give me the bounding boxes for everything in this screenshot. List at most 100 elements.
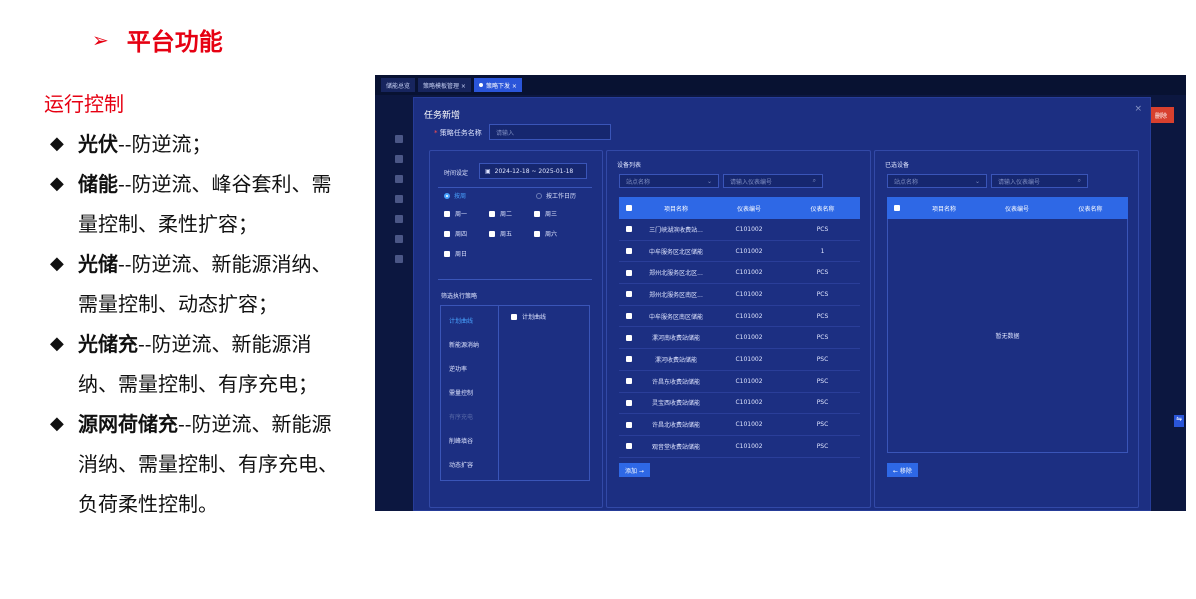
table-cell: PCS [816, 290, 829, 298]
close-icon[interactable]: × [1134, 104, 1142, 114]
radio-by-workday[interactable]: 按工作日历 [536, 191, 576, 200]
table-cell: 三门峡湖滨收费站... [649, 226, 703, 234]
bg-row-checkbox [395, 195, 403, 203]
table-cell: C101002 [735, 225, 763, 233]
device-list-title: 设备列表 [617, 162, 642, 169]
row-checkbox[interactable] [619, 291, 639, 298]
table-cell: PSC [816, 355, 829, 363]
bg-row-checkbox [395, 235, 403, 243]
row-checkbox[interactable] [619, 356, 639, 363]
table-row[interactable]: 中牟服务区南区储能 C101002 PCS [619, 306, 860, 328]
task-name-input[interactable]: 请输入 [489, 124, 611, 140]
feature-term: 源网荷储充 [78, 412, 178, 436]
list-item: ◆ 光伏--防逆流； [50, 124, 350, 164]
selected-table: 项目名称 仪表编号 仪表名称 [887, 197, 1128, 219]
row-checkbox[interactable] [619, 248, 639, 255]
tab-bar: 储能总览 策略模板管理 × 策略下发 × [375, 75, 1186, 95]
diamond-icon: ◆ [50, 133, 64, 154]
table-row[interactable]: 三门峡湖滨收费站... C101002 PCS [619, 219, 860, 241]
strategy-item-renewable[interactable]: 新能源消纳 [449, 340, 479, 349]
strategy-item-demand[interactable]: 需量控制 [449, 388, 473, 397]
table-cell: C101002 [735, 421, 763, 429]
table-row[interactable]: 漯河南收费站储能 C101002 PCS [619, 327, 860, 350]
checkbox-thu[interactable]: 周四 [444, 229, 467, 238]
table-cell: 中牟服务区南区储能 [648, 313, 703, 321]
table-cell: C101002 [735, 399, 763, 407]
table-row[interactable]: 中牟服务区北区储能 C101002 1 [619, 241, 860, 263]
bg-row-checkbox [395, 135, 403, 143]
checkbox-sat[interactable]: 周六 [534, 229, 557, 238]
row-checkbox[interactable] [619, 226, 639, 233]
strategy-item-plan-curve[interactable]: 计划曲线 [449, 316, 473, 325]
table-row[interactable]: 郑州北服务区南区... C101002 PCS [619, 284, 860, 306]
list-item: ◆ 光储--防逆流、新能源消纳、需量控制、动态扩容； [50, 244, 350, 324]
strategy-item-reverse-power[interactable]: 逆功率 [449, 364, 467, 373]
table-cell: PCS [816, 269, 829, 277]
tab-strategy-templates[interactable]: 策略模板管理 × [418, 78, 471, 92]
row-checkbox[interactable] [619, 313, 639, 320]
row-checkbox[interactable] [619, 421, 639, 428]
site-select[interactable]: 站点名称 ⌄ [619, 174, 719, 188]
bg-row-checkbox [395, 255, 403, 263]
time-mode-radio-group: 按周 按工作日历 [444, 191, 576, 200]
checkbox-tue[interactable]: 周二 [489, 209, 512, 218]
diamond-icon: ◆ [50, 413, 64, 434]
table-row[interactable]: 观音堂收费站储能 C101002 PSC [619, 436, 860, 458]
checkbox-wed[interactable]: 周三 [534, 209, 557, 218]
checkbox-fri[interactable]: 周五 [489, 229, 512, 238]
remove-button[interactable]: ← 移除 [887, 463, 918, 477]
plan-curve-option[interactable]: 计划曲线 [511, 312, 546, 321]
row-checkbox[interactable] [619, 399, 639, 406]
feature-term: 储能 [78, 172, 118, 196]
table-row[interactable]: 郑州北服务区北区... C101002 PCS [619, 262, 860, 285]
row-checkbox[interactable] [619, 269, 639, 276]
table-row[interactable]: 灵宝西收费站储能 C101002 PSC [619, 393, 860, 415]
table-cell: C101002 [735, 312, 763, 320]
meter-search-input[interactable]: 请输入仪表编号 ⌕ [723, 174, 823, 188]
table-cell: PSC [816, 377, 829, 385]
checkbox-sun[interactable]: 周日 [444, 249, 467, 258]
row-checkbox[interactable] [619, 443, 639, 450]
tab-strategy-dispatch[interactable]: 策略下发 × [473, 78, 522, 92]
strategy-item-peak-shaving[interactable]: 削峰填谷 [449, 436, 473, 445]
delete-button[interactable]: 删除 [1148, 107, 1174, 123]
strategy-item-dynamic-expansion[interactable]: 动态扩容 [449, 460, 473, 469]
radio-by-week[interactable]: 按周 [444, 191, 466, 200]
time-label: 时间设定 [444, 170, 469, 177]
date-range-picker[interactable]: ▣ 2024-12-18 ~ 2025-01-18 [479, 163, 587, 179]
table-row[interactable]: 许昌东收费站储能 C101002 PSC [619, 371, 860, 393]
side-toggle-icon[interactable]: ⇋ [1174, 415, 1184, 427]
selected-devices-panel: 已选设备 站点名称 ⌄ 请输入仪表编号 ⌕ 项目名称 仪表编号 仪表名称 暂无数据 … [874, 150, 1139, 508]
search-icon: ⌕ [812, 177, 816, 184]
table-cell: PCS [816, 312, 829, 320]
row-checkbox[interactable] [619, 378, 639, 385]
table-cell: 1 [820, 247, 825, 255]
table-cell: C101002 [735, 334, 763, 342]
selected-site-select[interactable]: 站点名称 ⌄ [887, 174, 987, 188]
table-header: 项目名称 仪表编号 仪表名称 [887, 197, 1128, 219]
table-cell: 漯河收费站储能 [654, 356, 697, 364]
strategy-item-ordered-charging[interactable]: 有序充电 [449, 412, 473, 421]
add-button[interactable]: 添加 → [619, 463, 650, 477]
table-cell: PSC [816, 442, 829, 450]
task-name-label: * 策略任务名称 [434, 129, 482, 137]
table-row[interactable]: 漯河收费站储能 C101002 PSC [619, 349, 860, 371]
section-heading: ➢ 平台功能 [92, 22, 223, 57]
app-screenshot: 储能总览 策略模板管理 × 策略下发 × 删除 ⇋ 任务新增 × * 策略任务名… [375, 75, 1186, 511]
feature-term: 光储充 [78, 332, 138, 356]
checkbox-mon[interactable]: 周一 [444, 209, 467, 218]
device-rows: 三门峡湖滨收费站... C101002 PCS 中牟服务区北区储能 C101002 1 郑州… [619, 219, 860, 458]
dialog-title: 任务新增 [424, 111, 461, 121]
select-all-checkbox[interactable] [619, 205, 639, 211]
selected-meter-search-input[interactable]: 请输入仪表编号 ⌕ [991, 174, 1088, 188]
feature-term: 光伏 [78, 132, 118, 156]
table-row[interactable]: 许昌北收费站储能 C101002 PSC [619, 414, 860, 436]
select-all-checkbox[interactable] [887, 205, 907, 211]
table-cell: 许昌北收费站储能 [651, 422, 700, 430]
table-cell: PCS [816, 334, 829, 342]
tab-storage-overview[interactable]: 储能总览 [381, 78, 416, 92]
chevron-down-icon: ⌄ [706, 177, 712, 185]
bg-row-checkbox [395, 175, 403, 183]
table-cell: 郑州北服务区南区... [649, 291, 703, 299]
row-checkbox[interactable] [619, 334, 639, 341]
